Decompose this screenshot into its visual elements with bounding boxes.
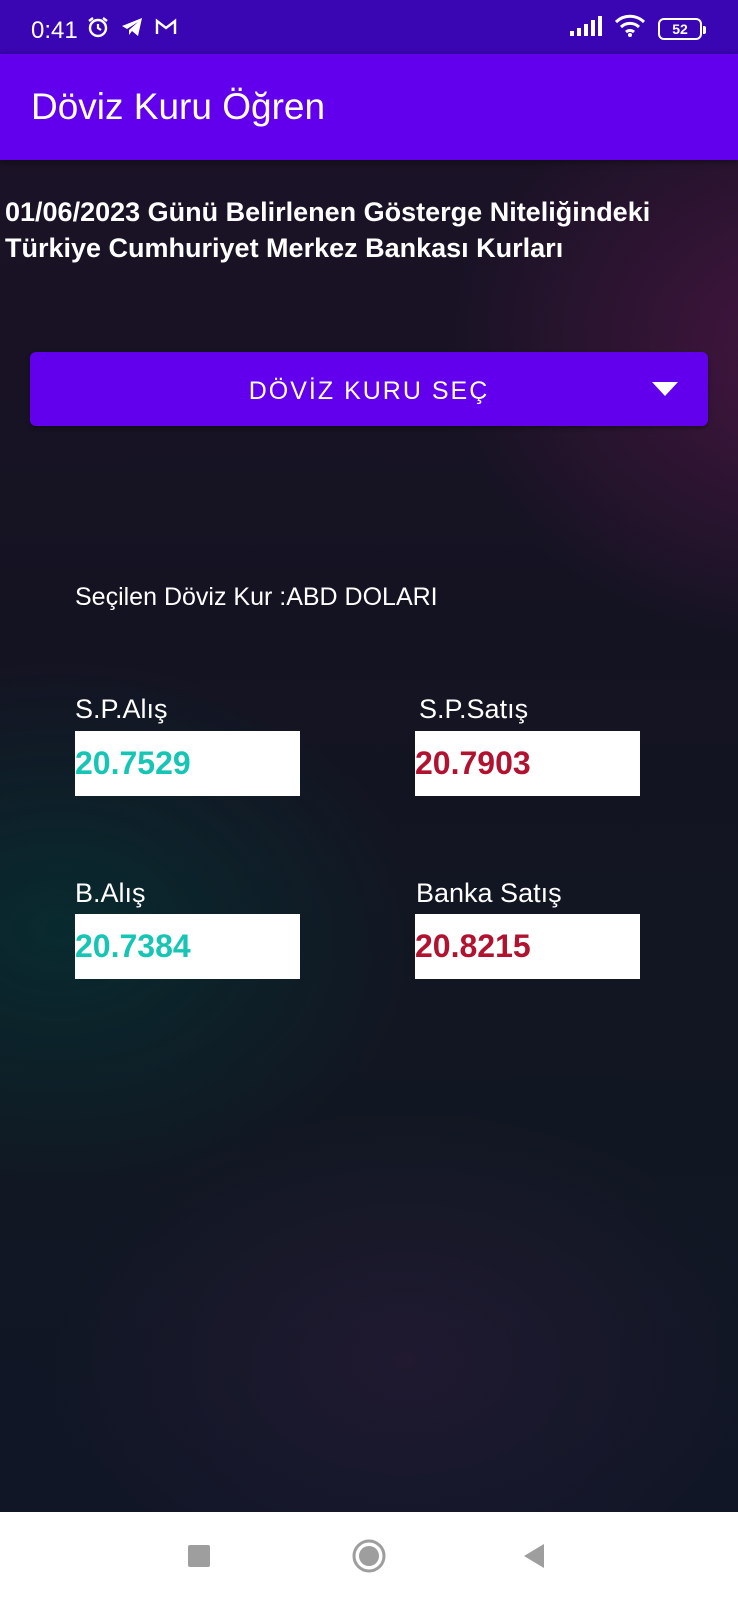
app-title: Döviz Kuru Öğren: [31, 86, 326, 127]
back-button[interactable]: [516, 1538, 552, 1574]
sp-alis-value: 20.7529: [75, 745, 191, 781]
banka-satis-value: 20.8215: [415, 928, 531, 964]
system-icons: 52: [570, 14, 706, 43]
notification-icons: [86, 15, 178, 44]
recents-button[interactable]: [181, 1538, 217, 1574]
home-circle-icon: [352, 1539, 386, 1573]
b-alis-box: 20.7384: [75, 914, 300, 979]
gmail-icon: [154, 15, 178, 44]
b-alis-value: 20.7384: [75, 928, 191, 964]
back-triangle-icon: [524, 1544, 544, 1568]
banka-satis-box: 20.8215: [415, 914, 640, 979]
battery-level: 52: [672, 20, 688, 37]
recents-square-icon: [188, 1545, 210, 1567]
sp-satis-box: 20.7903: [415, 731, 640, 796]
rates-headline: 01/06/2023 Günü Belirlenen Gösterge Nite…: [5, 197, 651, 263]
status-time: 0:41: [31, 17, 78, 44]
dropdown-arrow-icon: [652, 382, 678, 396]
app-bar: Döviz Kuru Öğren: [0, 54, 738, 160]
currency-select-dropdown[interactable]: DÖVİZ KURU SEÇ: [30, 352, 708, 426]
navigation-bar: [0, 1512, 738, 1600]
sp-satis-label: S.P.Satış: [419, 694, 529, 724]
wifi-icon: [614, 14, 646, 43]
home-button[interactable]: [351, 1538, 387, 1574]
signal-icon: [570, 16, 602, 41]
selected-currency-text: Seçilen Döviz Kur :ABD DOLARI: [75, 583, 438, 611]
telegram-icon: [120, 15, 144, 44]
sp-alis-box: 20.7529: [75, 731, 300, 796]
dropdown-label: DÖVİZ KURU SEÇ: [248, 377, 490, 405]
alarm-icon: [86, 15, 110, 44]
battery-icon: 52: [658, 17, 706, 40]
sp-satis-value: 20.7903: [415, 745, 531, 781]
sp-alis-label: S.P.Alış: [75, 694, 168, 724]
banka-satis-label: Banka Satış: [416, 878, 562, 908]
b-alis-label: B.Alış: [75, 878, 146, 908]
status-bar: 0:41 52: [0, 0, 738, 54]
